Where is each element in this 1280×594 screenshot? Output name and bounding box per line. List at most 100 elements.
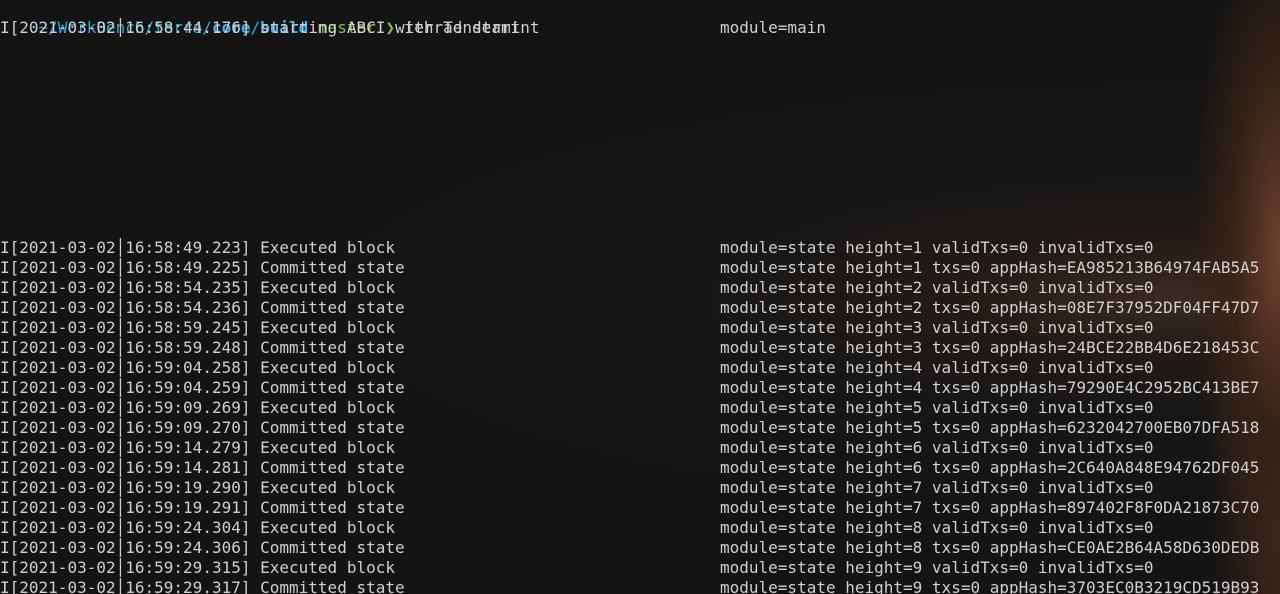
log-line: I[2021-03-02│16:59:14.279] Executed bloc… (0, 438, 1280, 458)
log-level: I (0, 318, 10, 337)
log-detail: module=state height=7 txs=0 appHash=8974… (720, 498, 1260, 517)
log-time: 16:58:54.236] (125, 298, 251, 317)
log-time: 16:58:49.225] (125, 258, 251, 277)
log-detail: module=state height=1 validTxs=0 invalid… (720, 238, 1154, 257)
log-line: I[2021-03-02│16:59:14.281] Committed sta… (0, 458, 1280, 478)
log-time: 16:59:19.290] (125, 478, 251, 497)
log-message: Committed state (260, 458, 405, 477)
log-level: I (0, 258, 10, 277)
log-level: I (0, 338, 10, 357)
log-line-main: I[2021-03-02│16:58:49.225] Committed sta… (0, 258, 405, 278)
log-date: [2021-03-02 (9, 18, 116, 37)
log-line: I[2021-03-02│16:59:09.270] Committed sta… (0, 418, 1280, 438)
log-separator: │ (115, 338, 126, 357)
log-date: [2021-03-02 (9, 278, 116, 297)
log-detail: module=main (720, 18, 826, 37)
log-time: 16:59:04.258] (125, 358, 251, 377)
log-message: Committed state (260, 538, 405, 557)
log-line: I[2021-03-02│16:58:44.176] starting ABCI… (0, 18, 1280, 38)
log-date: [2021-03-02 (9, 298, 116, 317)
log-level: I (0, 378, 10, 397)
log-separator: │ (115, 418, 126, 437)
log-date: [2021-03-02 (9, 518, 116, 537)
log-date: [2021-03-02 (9, 418, 116, 437)
log-time: 16:59:04.259] (125, 378, 251, 397)
log-line-main: I[2021-03-02│16:59:24.306] Committed sta… (0, 538, 405, 558)
log-separator: │ (115, 458, 126, 477)
log-date: [2021-03-02 (9, 478, 116, 497)
log-line-main: I[2021-03-02│16:58:59.248] Committed sta… (0, 338, 405, 358)
log-level: I (0, 458, 10, 477)
log-detail: module=state height=4 validTxs=0 invalid… (720, 358, 1154, 377)
log-detail: module=state height=6 validTxs=0 invalid… (720, 438, 1154, 457)
log-message: Executed block (260, 318, 395, 337)
log-level: I (0, 418, 10, 437)
log-detail: module=state height=8 validTxs=0 invalid… (720, 518, 1154, 537)
log-level: I (0, 278, 10, 297)
log-detail: module=state height=3 validTxs=0 invalid… (720, 318, 1154, 337)
log-message: Committed state (260, 258, 405, 277)
log-line: I[2021-03-02│16:59:09.269] Executed bloc… (0, 398, 1280, 418)
log-detail: module=state height=9 validTxs=0 invalid… (720, 558, 1154, 577)
log-message: Committed state (260, 418, 405, 437)
log-separator: │ (115, 578, 126, 594)
log-detail: module=state height=7 validTxs=0 invalid… (720, 478, 1154, 497)
log-detail: module=state height=5 txs=0 appHash=6232… (720, 418, 1260, 437)
log-message: Committed state (260, 338, 405, 357)
log-separator: │ (115, 538, 126, 557)
terminal-window[interactable]: ~/WorkBench/terra/core/build master ❯ te… (0, 0, 1280, 594)
log-separator: │ (115, 318, 126, 337)
log-level: I (0, 498, 10, 517)
log-separator: │ (115, 18, 126, 37)
log-message: starting ABCI with Tendermint (260, 18, 540, 37)
log-time: 16:58:59.248] (125, 338, 251, 357)
log-time: 16:59:24.304] (125, 518, 251, 537)
log-line-main: I[2021-03-02│16:59:04.259] Committed sta… (0, 378, 405, 398)
log-time: 16:58:44.176] (125, 18, 251, 37)
log-time: 16:58:54.235] (125, 278, 251, 297)
log-level: I (0, 398, 10, 417)
log-separator: │ (115, 498, 126, 517)
log-message: Executed block (260, 278, 395, 297)
log-line: I[2021-03-02│16:58:59.245] Executed bloc… (0, 318, 1280, 338)
log-message: Executed block (260, 398, 395, 417)
log-date: [2021-03-02 (9, 318, 116, 337)
log-line-main: I[2021-03-02│16:59:04.258] Executed bloc… (0, 358, 395, 378)
log-message: Executed block (260, 558, 395, 577)
log-line-main: I[2021-03-02│16:59:14.281] Committed sta… (0, 458, 405, 478)
log-separator: │ (115, 258, 126, 277)
log-line-main: I[2021-03-02│16:58:49.223] Executed bloc… (0, 238, 395, 258)
log-line: I[2021-03-02│16:59:19.290] Executed bloc… (0, 478, 1280, 498)
log-line: I[2021-03-02│16:59:04.259] Committed sta… (0, 378, 1280, 398)
log-time: 16:59:29.317] (125, 578, 251, 594)
log-line-main: I[2021-03-02│16:59:14.279] Executed bloc… (0, 438, 395, 458)
log-separator: │ (115, 518, 126, 537)
log-date: [2021-03-02 (9, 338, 116, 357)
log-detail: module=state height=5 validTxs=0 invalid… (720, 398, 1154, 417)
log-line-main: I[2021-03-02│16:59:09.269] Executed bloc… (0, 398, 395, 418)
log-line: I[2021-03-02│16:59:29.317] Committed sta… (0, 578, 1280, 594)
log-time: 16:59:09.269] (125, 398, 251, 417)
log-line-main: I[2021-03-02│16:59:19.291] Committed sta… (0, 498, 405, 518)
log-separator: │ (115, 558, 126, 577)
log-level: I (0, 238, 10, 257)
log-time: 16:59:29.315] (125, 558, 251, 577)
log-time: 16:59:14.281] (125, 458, 251, 477)
log-level: I (0, 18, 10, 37)
log-time: 16:58:49.223] (125, 238, 251, 257)
log-detail: module=state height=3 txs=0 appHash=24BC… (720, 338, 1260, 357)
log-line-main: I[2021-03-02│16:58:44.176] starting ABCI… (0, 18, 539, 38)
log-line-main: I[2021-03-02│16:58:59.245] Executed bloc… (0, 318, 395, 338)
log-line: I[2021-03-02│16:58:49.223] Executed bloc… (0, 238, 1280, 258)
log-message: Executed block (260, 478, 395, 497)
log-message: Executed block (260, 358, 395, 377)
log-separator: │ (115, 438, 126, 457)
log-level: I (0, 558, 10, 577)
log-time: 16:59:14.279] (125, 438, 251, 457)
log-time: 16:59:09.270] (125, 418, 251, 437)
log-separator: │ (115, 398, 126, 417)
log-line-main: I[2021-03-02│16:59:09.270] Committed sta… (0, 418, 405, 438)
log-detail: module=state height=4 txs=0 appHash=7929… (720, 378, 1260, 397)
log-message: Executed block (260, 518, 395, 537)
log-date: [2021-03-02 (9, 438, 116, 457)
